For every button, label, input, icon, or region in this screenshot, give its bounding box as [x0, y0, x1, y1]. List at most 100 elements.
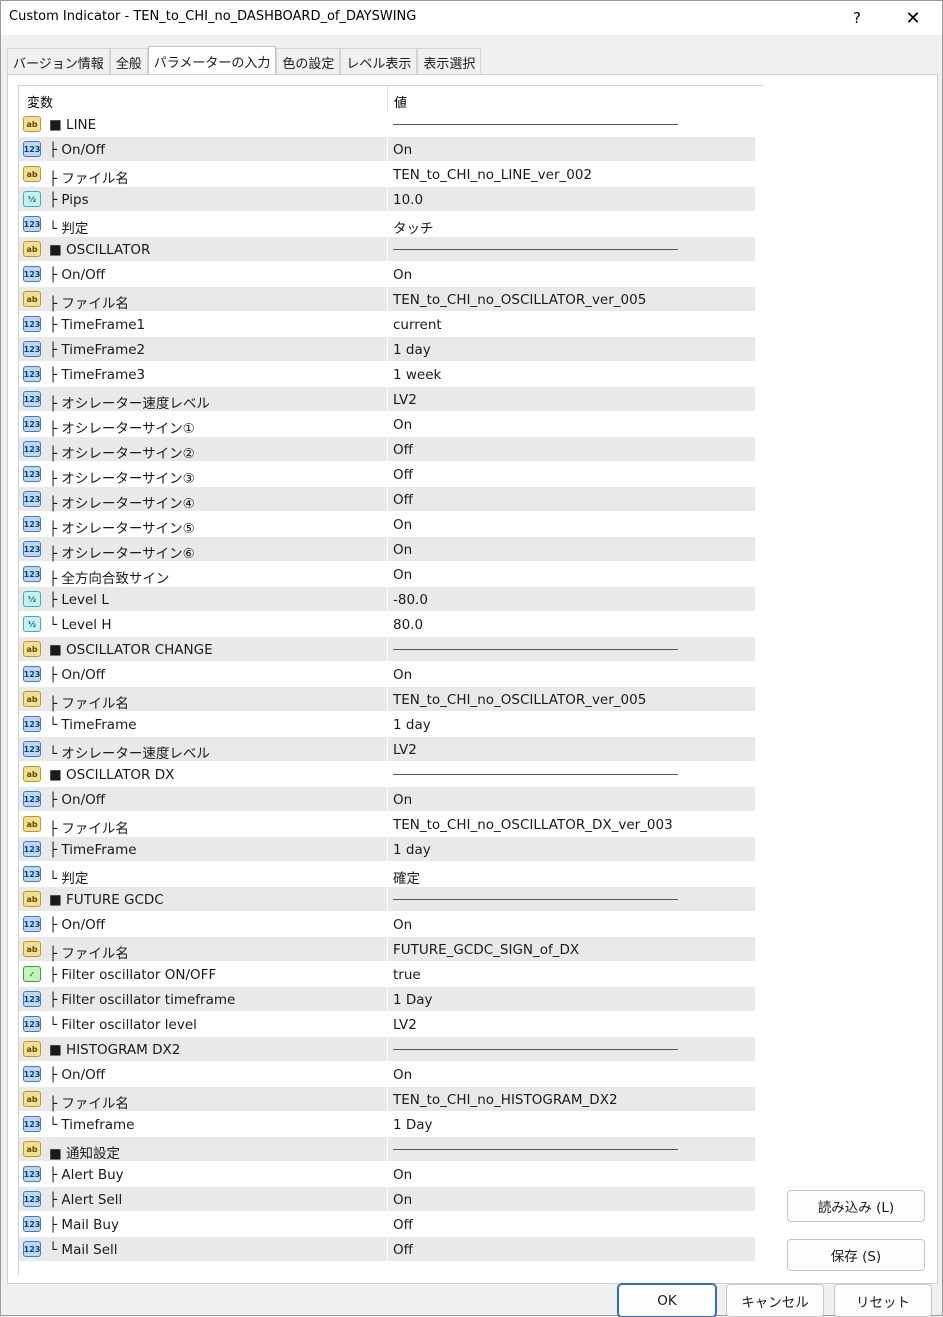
- parameter-row[interactable]: 123 ├ オシレーターサイン⑤ On: [19, 512, 755, 537]
- parameter-value[interactable]: TEN_to_CHI_no_LINE_ver_002: [393, 167, 592, 183]
- parameter-row[interactable]: 123 └ TimeFrame 1 day: [19, 712, 755, 737]
- parameter-value[interactable]: On: [393, 542, 412, 558]
- parameter-row[interactable]: ab ├ ファイル名 TEN_to_CHI_no_LINE_ver_002: [19, 162, 755, 187]
- parameter-value[interactable]: TEN_to_CHI_no_OSCILLATOR_DX_ver_003: [393, 817, 673, 833]
- parameter-row[interactable]: 123 └ オシレーター速度レベル LV2: [19, 737, 755, 762]
- column-header-value[interactable]: 値: [394, 92, 407, 111]
- parameter-row[interactable]: ½ ├ Pips 10.0: [19, 187, 755, 212]
- parameter-value[interactable]: TEN_to_CHI_no_OSCILLATOR_ver_005: [393, 292, 646, 308]
- parameter-row[interactable]: 123 ├ オシレーターサイン① On: [19, 412, 755, 437]
- load-button[interactable]: 読み込み (L): [787, 1190, 925, 1222]
- parameter-value[interactable]: current: [393, 317, 442, 333]
- parameter-section-row[interactable]: ab ■ OSCILLATOR DX: [19, 762, 755, 787]
- parameter-row[interactable]: 123 ├ オシレーターサイン④ Off: [19, 487, 755, 512]
- parameter-value[interactable]: タッチ: [393, 217, 434, 237]
- parameter-section-row[interactable]: ab ■ HISTOGRAM DX2: [19, 1037, 755, 1062]
- parameter-value[interactable]: On: [393, 1067, 412, 1083]
- parameter-value[interactable]: 1 week: [393, 367, 441, 383]
- parameter-value[interactable]: 1 Day: [393, 1117, 433, 1133]
- parameter-value[interactable]: 1 day: [393, 842, 431, 858]
- parameter-value[interactable]: 1 day: [393, 717, 431, 733]
- reset-button[interactable]: リセット: [834, 1284, 932, 1317]
- parameter-value[interactable]: LV2: [393, 742, 417, 758]
- parameter-row[interactable]: 123 └ Filter oscillator level LV2: [19, 1012, 755, 1037]
- parameter-value[interactable]: On: [393, 142, 412, 158]
- parameter-value[interactable]: TEN_to_CHI_no_HISTOGRAM_DX2: [393, 1092, 618, 1108]
- column-header-variable[interactable]: 変数: [27, 92, 53, 111]
- parameter-section-row[interactable]: ab ■ OSCILLATOR: [19, 237, 755, 262]
- tab-display-selection[interactable]: 表示選択: [417, 48, 482, 74]
- help-button[interactable]: ?: [834, 1, 880, 35]
- parameter-row[interactable]: 123 ├ オシレーター速度レベル LV2: [19, 387, 755, 412]
- parameter-row[interactable]: 123 ├ On/Off On: [19, 1062, 755, 1087]
- tab-version-info[interactable]: バージョン情報: [7, 48, 110, 74]
- parameter-section-row[interactable]: ab ■ LINE: [19, 112, 755, 137]
- parameter-value[interactable]: 10.0: [393, 192, 423, 208]
- parameter-value[interactable]: 1 day: [393, 342, 431, 358]
- parameter-value[interactable]: On: [393, 417, 412, 433]
- parameter-section-row[interactable]: ab ■ 通知設定: [19, 1137, 755, 1162]
- parameter-value[interactable]: On: [393, 917, 412, 933]
- parameter-section-row[interactable]: ab ■ FUTURE GCDC: [19, 887, 755, 912]
- parameter-row[interactable]: 123 ├ On/Off On: [19, 137, 755, 162]
- parameter-row[interactable]: ab ├ ファイル名 TEN_to_CHI_no_OSCILLATOR_ver_00…: [19, 287, 755, 312]
- parameter-row[interactable]: 123 ├ TimeFrame1 current: [19, 312, 755, 337]
- parameter-value[interactable]: 1 Day: [393, 992, 433, 1008]
- parameter-value[interactable]: Off: [393, 467, 413, 483]
- parameter-row[interactable]: ab ├ ファイル名 TEN_to_CHI_no_OSCILLATOR_DX_ver…: [19, 812, 755, 837]
- parameter-row[interactable]: 123 ├ Alert Buy On: [19, 1162, 755, 1187]
- parameter-row[interactable]: ½ ├ Level L -80.0: [19, 587, 755, 612]
- parameter-row[interactable]: 123 ├ TimeFrame3 1 week: [19, 362, 755, 387]
- parameter-value[interactable]: On: [393, 1192, 412, 1208]
- parameter-row[interactable]: 123 ├ オシレーターサイン③ Off: [19, 462, 755, 487]
- parameter-row[interactable]: 123 └ Timeframe 1 Day: [19, 1112, 755, 1137]
- parameter-row[interactable]: ab ├ ファイル名 TEN_to_CHI_no_OSCILLATOR_ver_00…: [19, 687, 755, 712]
- parameter-value[interactable]: On: [393, 792, 412, 808]
- parameter-row[interactable]: 123 ├ TimeFrame2 1 day: [19, 337, 755, 362]
- save-button[interactable]: 保存 (S): [787, 1239, 925, 1271]
- parameter-section-row[interactable]: ab ■ OSCILLATOR CHANGE: [19, 637, 755, 662]
- ok-button[interactable]: OK: [617, 1283, 717, 1317]
- parameter-row[interactable]: 123 ├ On/Off On: [19, 262, 755, 287]
- parameter-row[interactable]: 123 └ Mail Sell Off: [19, 1237, 755, 1262]
- column-divider[interactable]: [387, 86, 388, 112]
- parameter-value[interactable]: true: [393, 967, 421, 983]
- parameter-row[interactable]: ab ├ ファイル名 FUTURE_GCDC_SIGN_of_DX: [19, 937, 755, 962]
- parameter-value[interactable]: FUTURE_GCDC_SIGN_of_DX: [393, 942, 579, 958]
- parameter-value[interactable]: LV2: [393, 1017, 417, 1033]
- parameter-row[interactable]: 123 ├ On/Off On: [19, 787, 755, 812]
- parameter-row[interactable]: 123 └ 判定 タッチ: [19, 212, 755, 237]
- parameter-row[interactable]: ab ├ ファイル名 TEN_to_CHI_no_HISTOGRAM_DX2: [19, 1087, 755, 1112]
- parameter-row[interactable]: 123 ├ 全方向合致サイン On: [19, 562, 755, 587]
- parameter-value[interactable]: On: [393, 667, 412, 683]
- parameter-row[interactable]: 123 ├ On/Off On: [19, 662, 755, 687]
- parameter-row[interactable]: 123 ├ Mail Buy Off: [19, 1212, 755, 1237]
- parameter-value[interactable]: Off: [393, 442, 413, 458]
- parameter-value[interactable]: On: [393, 267, 412, 283]
- parameter-row[interactable]: 123 ├ On/Off On: [19, 912, 755, 937]
- parameter-value[interactable]: Off: [393, 1242, 413, 1258]
- parameter-row[interactable]: 123 ├ TimeFrame 1 day: [19, 837, 755, 862]
- parameter-row[interactable]: ½ └ Level H 80.0: [19, 612, 755, 637]
- parameter-row[interactable]: 123 ├ オシレーターサイン② Off: [19, 437, 755, 462]
- parameter-value[interactable]: -80.0: [393, 592, 428, 608]
- parameter-value[interactable]: On: [393, 567, 412, 583]
- parameter-value[interactable]: On: [393, 517, 412, 533]
- parameter-row[interactable]: 123 ├ Alert Sell On: [19, 1187, 755, 1212]
- parameter-value[interactable]: On: [393, 1167, 412, 1183]
- parameter-row[interactable]: 123 └ 判定 確定: [19, 862, 755, 887]
- parameter-row[interactable]: 123 ├ オシレーターサイン⑥ On: [19, 537, 755, 562]
- parameter-row[interactable]: 123 ├ Filter oscillator timeframe 1 Day: [19, 987, 755, 1012]
- tab-input-parameters[interactable]: パラメーターの入力: [147, 46, 277, 74]
- parameter-row[interactable]: ✓ ├ Filter oscillator ON/OFF true: [19, 962, 755, 987]
- tab-color-settings[interactable]: 色の設定: [276, 48, 341, 74]
- parameter-value[interactable]: 80.0: [393, 617, 423, 633]
- parameter-value[interactable]: Off: [393, 1217, 413, 1233]
- cancel-button[interactable]: キャンセル: [726, 1284, 824, 1317]
- close-icon[interactable]: ✕: [890, 1, 936, 35]
- parameter-value[interactable]: LV2: [393, 392, 417, 408]
- tab-level-display[interactable]: レベル表示: [340, 48, 418, 74]
- parameter-value[interactable]: 確定: [393, 867, 420, 887]
- parameter-value[interactable]: TEN_to_CHI_no_OSCILLATOR_ver_005: [393, 692, 646, 708]
- parameter-value[interactable]: Off: [393, 492, 413, 508]
